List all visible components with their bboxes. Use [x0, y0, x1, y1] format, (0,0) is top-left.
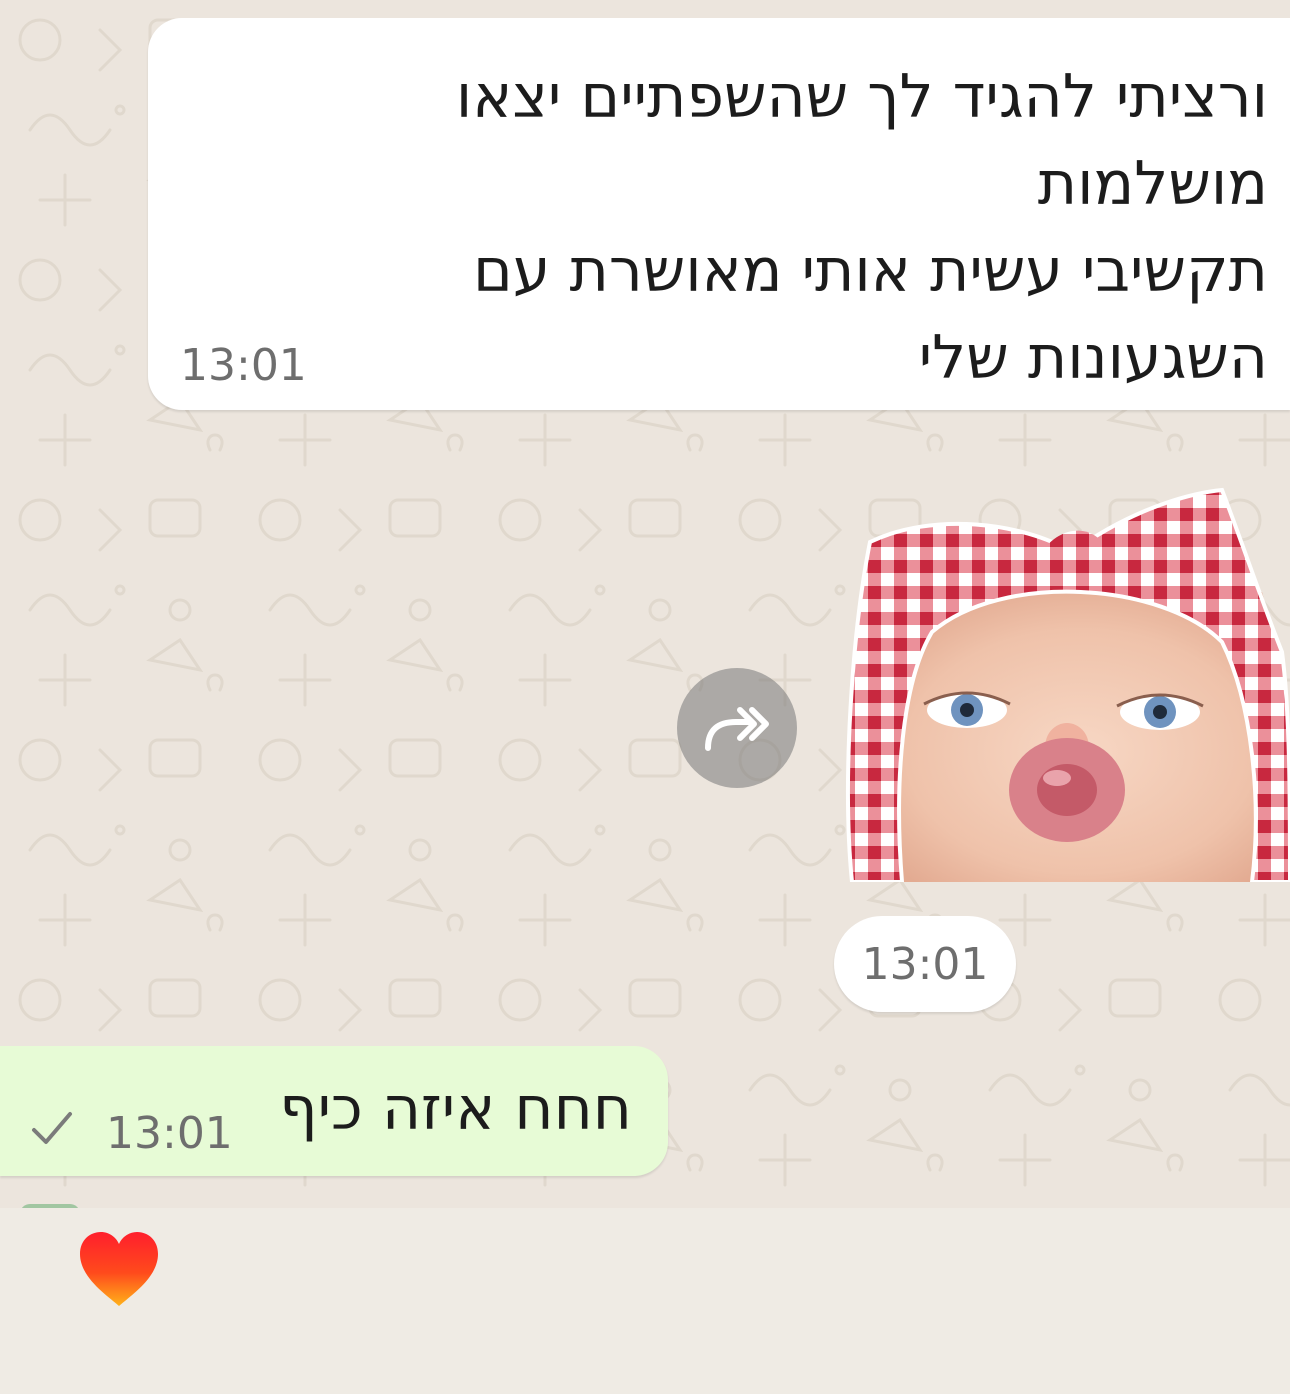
- incoming-message-time: 13:01: [180, 340, 307, 391]
- forward-button[interactable]: [677, 668, 797, 788]
- heart-icon[interactable]: [78, 1230, 160, 1308]
- outgoing-message-bubble[interactable]: חחח איזה כיף 13:01: [0, 1046, 668, 1176]
- baby-kiss-sticker[interactable]: [842, 482, 1290, 882]
- incoming-message-text: ורציתי להגיד לך שהשפתיים יצאו מושלמות תק…: [455, 62, 1268, 393]
- chat-area: ורציתי להגיד לך שהשפתיים יצאו מושלמות תק…: [0, 0, 1290, 1208]
- bottom-area: [0, 1208, 1290, 1394]
- outgoing-message-text: חחח איזה כיף: [279, 1074, 632, 1144]
- incoming-message-bubble[interactable]: ורציתי להגיד לך שהשפתיים יצאו מושלמות תק…: [148, 18, 1290, 410]
- outgoing-message-time: 13:01: [106, 1108, 233, 1159]
- forward-icon: [705, 707, 769, 751]
- sticker-time: 13:01: [834, 916, 1016, 1012]
- single-check-icon: [32, 1112, 72, 1144]
